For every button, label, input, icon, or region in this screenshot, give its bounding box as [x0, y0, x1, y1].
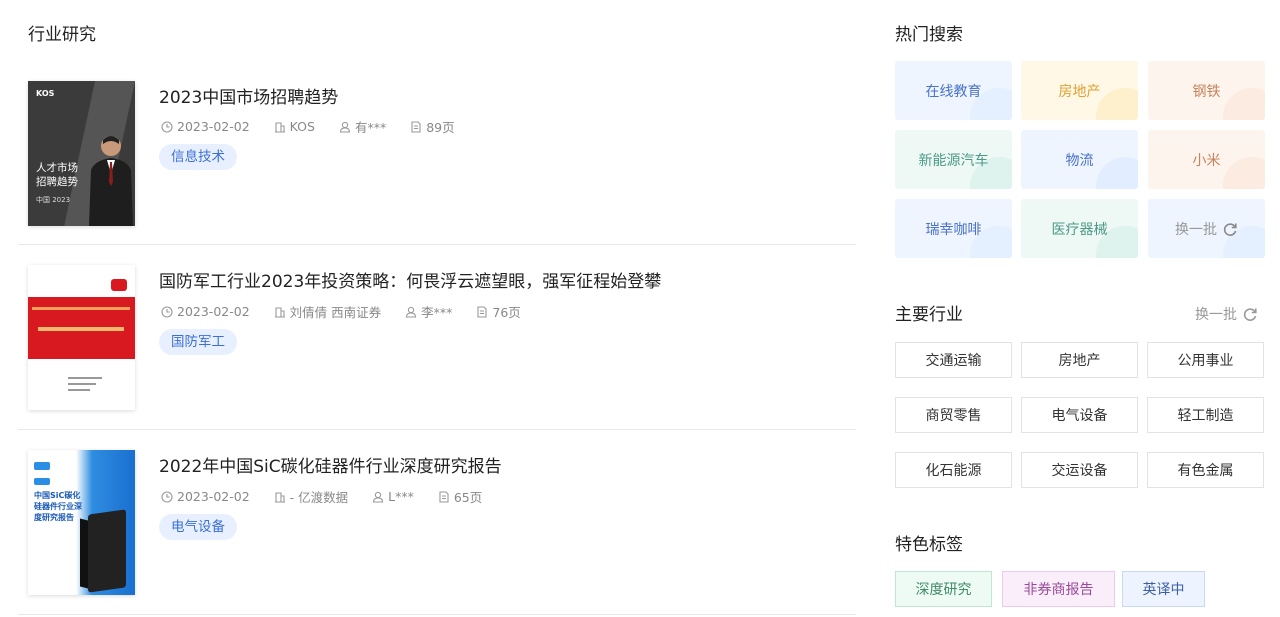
- building-icon: [274, 306, 285, 318]
- publisher-logo-icon: [111, 279, 127, 291]
- hot-search-label: 新能源汽车: [918, 152, 989, 169]
- document-icon: [477, 305, 487, 318]
- report-date: 2023-02-02: [177, 489, 250, 504]
- sidebar: 热门搜索 换一批 主要行业 换一批 特色标签 在线教育 房地产 钢铁 新能源汽车 物流小…: [895, 0, 1270, 617]
- decorative-circle: [1096, 157, 1138, 189]
- hot-search-item[interactable]: 瑞幸咖啡: [895, 199, 1012, 258]
- clock-icon: [161, 120, 173, 133]
- hot-refresh-label: 换一批: [1175, 221, 1217, 238]
- report-item[interactable]: 中国SiC碳化硅器件行业深度研究报告 2022年中国SiC碳化硅器件行业深度研究…: [18, 430, 856, 615]
- report-tag[interactable]: 国防军工: [159, 329, 237, 355]
- hot-search-label: 在线教育: [925, 83, 982, 100]
- hot-search-item[interactable]: 小米: [1148, 130, 1265, 189]
- industry-item[interactable]: 化石能源: [895, 452, 1012, 488]
- refresh-icon: [1243, 308, 1257, 321]
- hot-search-item[interactable]: 钢铁: [1148, 61, 1265, 120]
- report-cover[interactable]: 中国SiC碳化硅器件行业深度研究报告: [28, 450, 135, 595]
- industry-refresh-label: 换一批: [1195, 307, 1237, 323]
- user-icon: [373, 491, 384, 503]
- industry-item[interactable]: 有色金属: [1147, 452, 1264, 488]
- report-author: 李***: [421, 305, 453, 320]
- report-cover[interactable]: KOS 人才市场 招聘趋势 中国 2023: [28, 81, 135, 226]
- featured-tag[interactable]: 非券商报告: [1002, 571, 1115, 607]
- clock-icon: [161, 490, 173, 503]
- report-item[interactable]: 国防军工行业2023年投资策略：何畏浮云遮望眼，强军征程始登攀 2023-02-…: [18, 245, 856, 430]
- industry-research-section: 行业研究 KOS 人才市场 招聘趋势 中国 2023 2023中国市场招聘趋势 2…: [18, 0, 856, 617]
- hot-search-item[interactable]: 医疗器械: [1021, 199, 1138, 258]
- report-title[interactable]: 2022年中国SiC碳化硅器件行业深度研究报告: [159, 452, 502, 477]
- hot-search-item[interactable]: 在线教育: [895, 61, 1012, 120]
- industry-item[interactable]: 公用事业: [1147, 342, 1264, 378]
- report-author: 有***: [354, 120, 387, 135]
- user-icon: [339, 121, 351, 133]
- hot-search-label: 物流: [1065, 152, 1094, 169]
- document-icon: [411, 120, 421, 133]
- section-title: 行业研究: [28, 25, 96, 45]
- report-publisher: 刘倩倩 西南证券: [289, 305, 382, 320]
- featured-tag[interactable]: 深度研究: [895, 571, 992, 607]
- hot-search-label: 钢铁: [1192, 83, 1221, 100]
- hot-search-item[interactable]: 新能源汽车: [895, 130, 1012, 189]
- report-meta: 2023-02-02 KOS 有*** 89页: [161, 117, 479, 136]
- report-tag[interactable]: 电气设备: [159, 514, 237, 540]
- hot-search-item[interactable]: 物流: [1021, 130, 1138, 189]
- report-pages: 89页: [426, 120, 455, 135]
- featured-tags-title: 特色标签: [895, 535, 963, 555]
- industry-refresh-button[interactable]: 换一批: [1195, 304, 1258, 324]
- hot-search-label: 瑞幸咖啡: [925, 221, 982, 238]
- report-cover[interactable]: [28, 265, 135, 410]
- clock-icon: [161, 305, 173, 318]
- report-publisher: - 亿渡数据: [289, 490, 349, 505]
- report-publisher: KOS: [289, 119, 315, 134]
- report-tag[interactable]: 信息技术: [159, 144, 237, 170]
- report-meta: 2023-02-02 刘倩倩 西南证券 李*** 76页: [161, 302, 545, 321]
- person-image: [89, 136, 133, 226]
- report-pages: 76页: [492, 305, 521, 320]
- report-date: 2023-02-02: [177, 304, 250, 319]
- decorative-circle: [1096, 88, 1138, 120]
- featured-tag[interactable]: 英译中: [1122, 571, 1205, 607]
- hot-search-label: 医疗器械: [1051, 221, 1108, 238]
- decorative-circle: [1223, 88, 1265, 120]
- report-item[interactable]: KOS 人才市场 招聘趋势 中国 2023 2023中国市场招聘趋势 2023-0…: [18, 60, 856, 245]
- hot-search-label: 小米: [1192, 152, 1221, 169]
- cover-logo: KOS: [36, 89, 55, 98]
- report-meta: 2023-02-02 - 亿渡数据 L*** 65页: [161, 487, 506, 506]
- user-icon: [406, 306, 417, 318]
- industry-item[interactable]: 轻工制造: [1147, 397, 1264, 433]
- decorative-circle: [1223, 157, 1265, 189]
- hot-refresh-button[interactable]: 换一批: [1148, 199, 1265, 258]
- report-author: L***: [388, 489, 414, 504]
- building-icon: [274, 121, 285, 133]
- refresh-icon: [1223, 222, 1237, 236]
- hot-search-title: 热门搜索: [895, 25, 963, 45]
- report-title[interactable]: 国防军工行业2023年投资策略：何畏浮云遮望眼，强军征程始登攀: [159, 267, 661, 292]
- industry-item[interactable]: 商贸零售: [895, 397, 1012, 433]
- main-industry-title: 主要行业: [895, 305, 963, 325]
- publisher-logo-icon: [34, 462, 50, 470]
- report-title[interactable]: 2023中国市场招聘趋势: [159, 83, 338, 108]
- document-icon: [439, 490, 449, 503]
- hot-search-item[interactable]: 房地产: [1021, 61, 1138, 120]
- report-date: 2023-02-02: [177, 119, 250, 134]
- industry-item[interactable]: 房地产: [1021, 342, 1138, 378]
- industry-item[interactable]: 交运设备: [1021, 452, 1138, 488]
- building-icon: [274, 491, 285, 503]
- hot-search-label: 房地产: [1058, 83, 1101, 100]
- report-pages: 65页: [453, 490, 483, 505]
- industry-item[interactable]: 电气设备: [1021, 397, 1138, 433]
- industry-item[interactable]: 交通运输: [895, 342, 1012, 378]
